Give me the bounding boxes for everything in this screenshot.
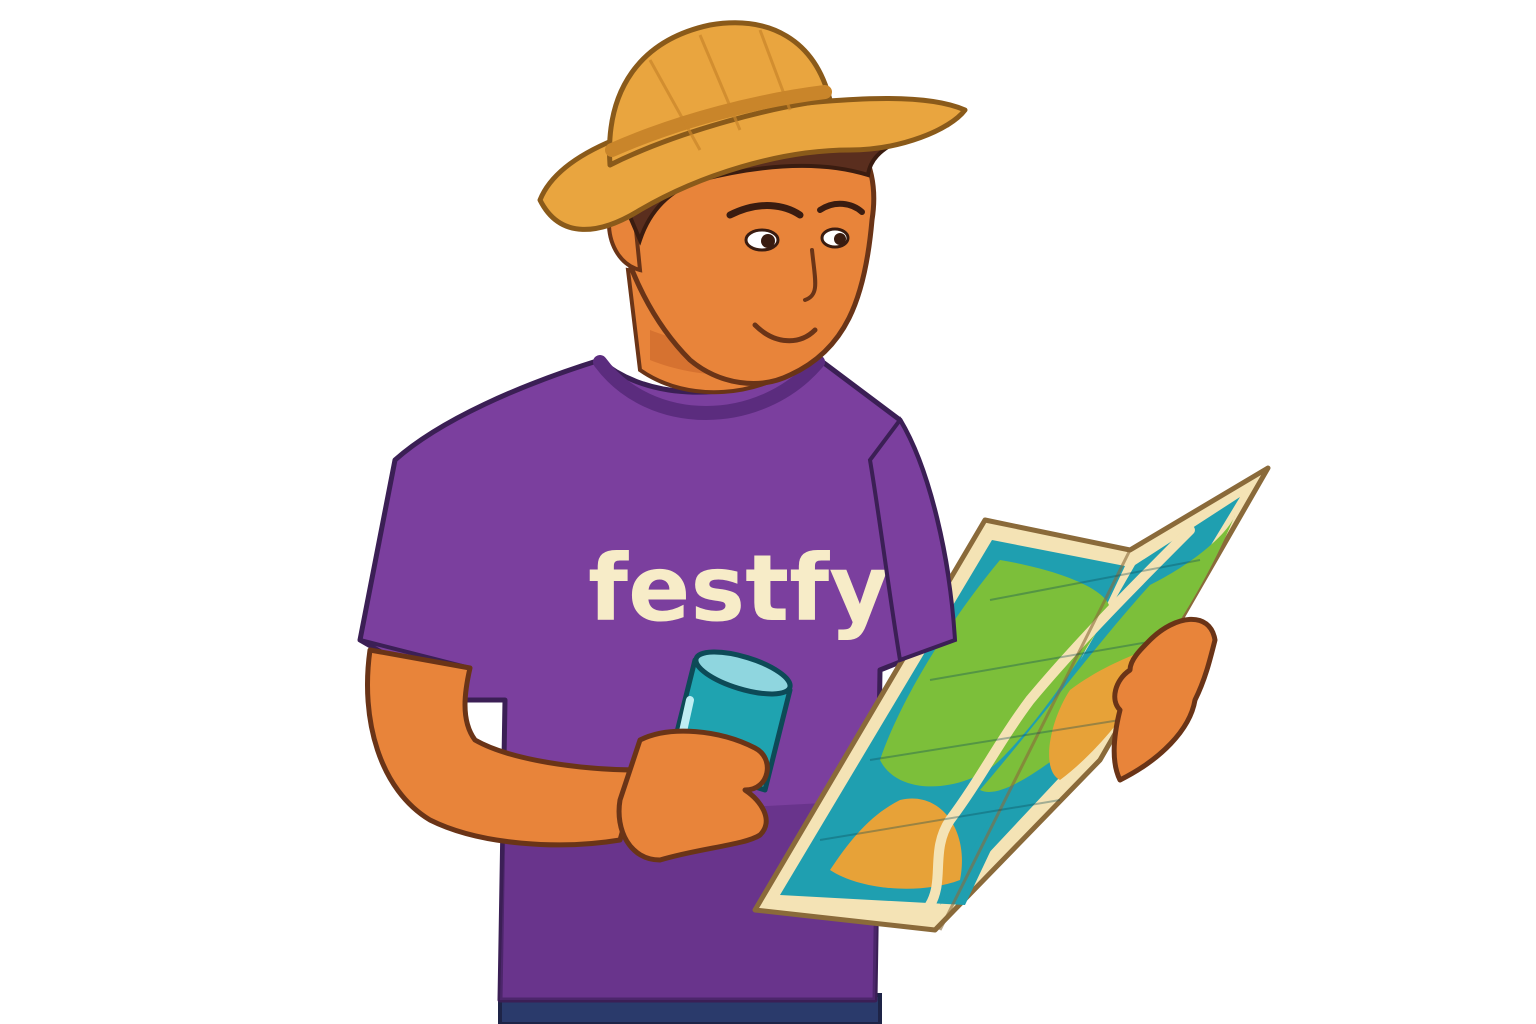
shirt-logo-text: festfy [588, 535, 889, 642]
illustration: festfy [357, 20, 1271, 1024]
left-hand [616, 728, 770, 863]
